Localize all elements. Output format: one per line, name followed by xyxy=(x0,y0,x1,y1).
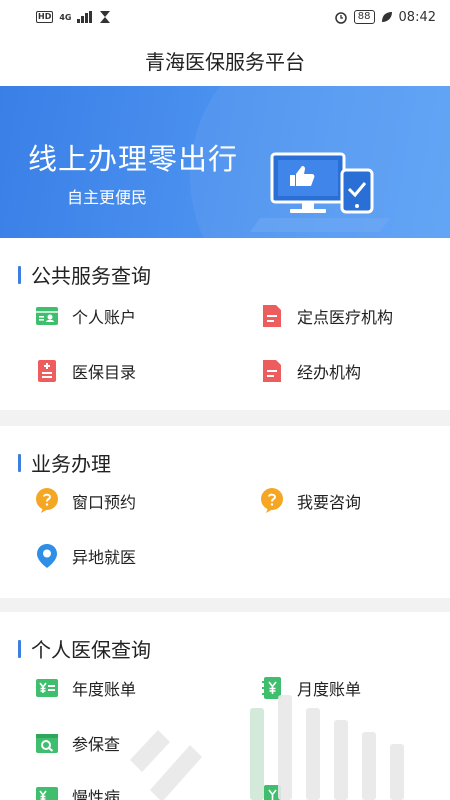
designated-medical-institution-item[interactable]: 定点医疗机构 xyxy=(260,304,393,328)
item-label: 定点医疗机构 xyxy=(297,308,394,327)
account-card-icon xyxy=(35,304,59,328)
accent-bar xyxy=(18,265,21,284)
insurance-query-item[interactable]: 参保查 xyxy=(35,731,120,755)
consult-item[interactable]: 我要咨询 xyxy=(260,488,362,513)
yen-card-icon xyxy=(35,784,59,800)
hourglass-icon xyxy=(100,11,111,23)
section-heading: 公共服务查询 xyxy=(18,260,151,289)
computer-thumbs-up-illustration xyxy=(250,152,390,232)
search-doc-icon xyxy=(35,731,59,755)
offsite-medical-item[interactable]: 异地就医 xyxy=(35,544,136,568)
yen-notebook-icon xyxy=(260,676,284,700)
document-icon xyxy=(260,304,284,328)
monthly-bill-item[interactable]: 月度账单 xyxy=(260,676,361,700)
item-label: 个人账户 xyxy=(72,308,137,327)
item-label: 月度账单 xyxy=(297,680,362,699)
accent-bar xyxy=(18,639,21,658)
question-bubble-icon xyxy=(260,488,284,513)
section-title: 公共服务查询 xyxy=(31,264,151,288)
status-left: HD 4G xyxy=(36,10,111,24)
business-section: 业务办理 窗口预约 我要咨询 异地就医 xyxy=(0,426,450,598)
item-label: 异地就医 xyxy=(72,548,137,567)
item-label: 医保目录 xyxy=(72,363,137,382)
window-appointment-item[interactable]: 窗口预约 xyxy=(35,488,137,513)
item-label: 我要咨询 xyxy=(297,493,362,512)
battery-indicator: 88 xyxy=(353,10,375,24)
alarm-icon xyxy=(335,12,347,24)
document-icon xyxy=(260,359,284,383)
chronic-disease-item[interactable]: 慢性病 xyxy=(35,784,120,800)
item-label: 年度账单 xyxy=(72,680,137,699)
page-title: 青海医保服务平台 xyxy=(145,49,305,74)
personal-account-item[interactable]: 个人账户 xyxy=(35,304,136,328)
accent-bar xyxy=(18,453,21,472)
banner-subtitle: 自主更便民 xyxy=(67,188,148,207)
network-4g-indicator: 4G xyxy=(59,12,72,22)
annual-bill-item[interactable]: 年度账单 xyxy=(35,676,136,700)
section-heading: 业务办理 xyxy=(18,448,111,477)
leaf-icon xyxy=(381,12,392,22)
status-bar: HD 4G 88 08:42 xyxy=(0,0,450,34)
agency-item[interactable]: 经办机构 xyxy=(260,359,361,383)
item-label: 慢性病 xyxy=(72,788,121,800)
question-bubble-icon xyxy=(35,488,59,513)
signal-icon xyxy=(77,11,93,23)
promo-banner[interactable]: 线上办理零出行 自主更便民 xyxy=(0,86,450,238)
clock-time: 08:42 xyxy=(398,9,436,25)
item-label: 窗口预约 xyxy=(72,493,137,512)
item-label: 经办机构 xyxy=(297,363,362,382)
section-heading: 个人医保查询 xyxy=(18,634,151,663)
hd-indicator: HD xyxy=(36,11,54,23)
yen-notebook-icon xyxy=(260,784,284,800)
public-service-section: 公共服务查询 个人账户 定点医疗机构 医保目录 经办机构 xyxy=(0,238,450,410)
insurance-catalog-item[interactable]: 医保目录 xyxy=(35,359,136,383)
section-title: 业务办理 xyxy=(31,452,111,476)
banner-title: 线上办理零出行 xyxy=(28,142,239,176)
status-right: 88 08:42 xyxy=(334,10,436,25)
section-title: 个人医保查询 xyxy=(31,638,151,662)
item-label: 参保查 xyxy=(72,735,121,754)
app-title-bar: 青海医保服务平台 xyxy=(0,34,450,86)
catalog-icon xyxy=(35,359,59,383)
personal-insurance-section: 个人医保查询 年度账单 月度账单 参保查 慢性病 xyxy=(0,612,450,800)
partially-hidden-item[interactable] xyxy=(260,784,297,800)
location-pin-icon xyxy=(35,544,59,568)
yen-card-icon xyxy=(35,676,59,700)
